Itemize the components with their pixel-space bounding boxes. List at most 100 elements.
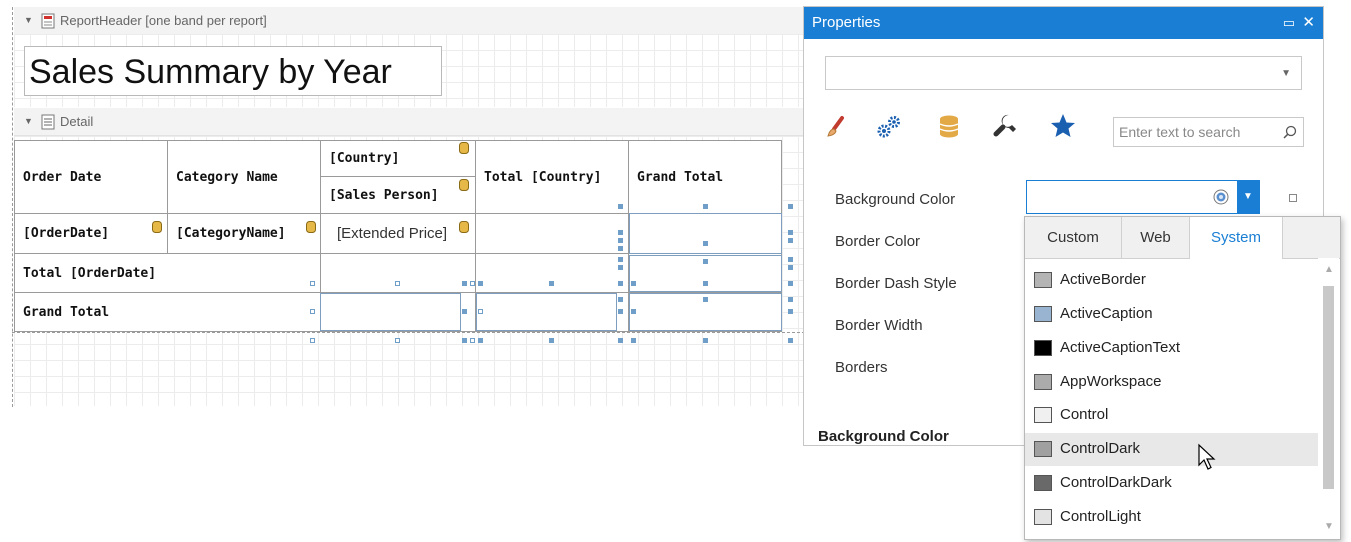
data-field-icon xyxy=(459,179,469,191)
color-item-controllight[interactable]: ControlLight xyxy=(1025,501,1319,534)
resize-handle[interactable] xyxy=(462,338,467,343)
color-item-controldark[interactable]: ControlDark xyxy=(1025,433,1319,466)
report-designer-surface[interactable]: ▼ ReportHeader [one band per report] Sal… xyxy=(0,0,810,542)
resize-handle[interactable] xyxy=(788,257,793,262)
collapse-triangle-icon[interactable]: ▼ xyxy=(24,7,33,34)
resize-handle[interactable] xyxy=(631,309,636,314)
color-item-activeborder[interactable]: ActiveBorder xyxy=(1025,264,1319,297)
background-color-dropdown-button[interactable]: ▼ xyxy=(1237,181,1259,213)
property-description-title: Background Color xyxy=(818,428,949,445)
crosstab-row-total-order-date[interactable]: Total [OrderDate] xyxy=(15,254,319,292)
resize-handle[interactable] xyxy=(395,338,400,343)
design-wrench-icon[interactable] xyxy=(990,111,1020,141)
resize-handle[interactable] xyxy=(470,281,475,286)
resize-handle[interactable] xyxy=(470,338,475,343)
resize-handle[interactable] xyxy=(618,309,623,314)
resize-handle[interactable] xyxy=(618,230,623,235)
resize-handle[interactable] xyxy=(310,338,315,343)
resize-handle[interactable] xyxy=(703,281,708,286)
crosstab-cell-empty[interactable] xyxy=(476,214,628,253)
report-margin-line xyxy=(12,7,13,407)
property-search-input[interactable]: Enter text to search xyxy=(1113,117,1304,147)
color-picker-icon[interactable] xyxy=(1213,189,1229,205)
property-background-color-label[interactable]: Background Color xyxy=(835,191,955,208)
resize-handle[interactable] xyxy=(478,309,483,314)
resize-handle[interactable] xyxy=(549,338,554,343)
crosstab-cell-order-date[interactable]: [OrderDate] xyxy=(15,214,167,253)
resize-handle[interactable] xyxy=(310,281,315,286)
crosstab-header-sales-person[interactable]: [Sales Person] xyxy=(321,177,475,213)
resize-handle[interactable] xyxy=(618,246,623,251)
color-swatch xyxy=(1034,374,1052,390)
maximize-icon[interactable]: ▭ xyxy=(1283,7,1295,39)
detail-band-strip[interactable]: ▼ Detail xyxy=(14,108,810,136)
color-item-controldarkdark[interactable]: ControlDarkDark xyxy=(1025,467,1319,500)
color-list-scrollbar[interactable]: ▲ ▼ xyxy=(1318,258,1339,539)
close-icon[interactable]: ✕ xyxy=(1302,7,1315,39)
resize-handle[interactable] xyxy=(788,297,793,302)
report-header-band-strip[interactable]: ▼ ReportHeader [one band per report] xyxy=(14,7,810,35)
resize-handle[interactable] xyxy=(788,238,793,243)
crosstab-header-country[interactable]: [Country] xyxy=(321,141,475,176)
resize-handle[interactable] xyxy=(788,281,793,286)
property-borders-label[interactable]: Borders xyxy=(835,359,888,376)
color-item-activecaption[interactable]: ActiveCaption xyxy=(1025,298,1319,331)
appearance-brush-icon[interactable] xyxy=(822,111,852,141)
property-border-width-label[interactable]: Border Width xyxy=(835,317,923,334)
resize-handle[interactable] xyxy=(478,338,483,343)
resize-handle[interactable] xyxy=(788,309,793,314)
color-item-appworkspace[interactable]: AppWorkspace xyxy=(1025,366,1319,399)
resize-handle[interactable] xyxy=(618,297,623,302)
data-database-icon[interactable] xyxy=(934,111,964,141)
report-title-label[interactable]: Sales Summary by Year xyxy=(24,46,442,96)
crosstab-header-total-country[interactable]: Total [Country] xyxy=(476,141,628,213)
resize-handle[interactable] xyxy=(310,309,315,314)
resize-handle[interactable] xyxy=(788,204,793,209)
crosstab-cell-category-name[interactable]: [CategoryName] xyxy=(168,214,320,253)
behavior-gears-icon[interactable] xyxy=(874,111,904,141)
resize-handle[interactable] xyxy=(703,204,708,209)
resize-handle[interactable] xyxy=(631,281,636,286)
resize-handle[interactable] xyxy=(478,281,483,286)
property-border-dash-style-label[interactable]: Border Dash Style xyxy=(835,275,957,292)
resize-handle[interactable] xyxy=(788,265,793,270)
resize-handle[interactable] xyxy=(462,281,467,286)
tab-custom[interactable]: Custom xyxy=(1025,217,1122,258)
resize-handle[interactable] xyxy=(631,338,636,343)
resize-handle[interactable] xyxy=(618,238,623,243)
crosstab-header-order-date[interactable]: Order Date xyxy=(15,141,167,213)
crosstab-row-grand-total[interactable]: Grand Total xyxy=(15,293,319,331)
favorites-star-icon[interactable] xyxy=(1048,111,1078,141)
resize-handle[interactable] xyxy=(618,281,623,286)
object-selector-dropdown[interactable]: ▼ xyxy=(825,56,1302,90)
resize-handle[interactable] xyxy=(618,265,623,270)
resize-handle[interactable] xyxy=(703,297,708,302)
tab-web[interactable]: Web xyxy=(1122,217,1190,258)
crosstab-cell-extended-price[interactable]: [Extended Price] xyxy=(321,214,475,253)
resize-handle[interactable] xyxy=(462,309,467,314)
resize-handle[interactable] xyxy=(549,281,554,286)
color-swatch xyxy=(1034,340,1052,356)
resize-handle[interactable] xyxy=(788,230,793,235)
resize-handle[interactable] xyxy=(618,257,623,262)
chevron-down-icon: ▼ xyxy=(1243,191,1253,202)
crosstab-header-category-name[interactable]: Category Name xyxy=(168,141,320,213)
resize-handle[interactable] xyxy=(618,204,623,209)
resize-handle[interactable] xyxy=(395,281,400,286)
scroll-down-icon[interactable]: ▼ xyxy=(1324,521,1334,532)
collapse-triangle-icon[interactable]: ▼ xyxy=(24,108,33,135)
crosstab-header-grand-total[interactable]: Grand Total xyxy=(629,141,781,213)
scrollbar-thumb[interactable] xyxy=(1323,286,1334,489)
resize-handle[interactable] xyxy=(788,338,793,343)
resize-handle[interactable] xyxy=(703,241,708,246)
tab-system[interactable]: System xyxy=(1190,217,1283,259)
scroll-up-icon[interactable]: ▲ xyxy=(1324,264,1334,275)
resize-handle[interactable] xyxy=(703,338,708,343)
property-border-color-label[interactable]: Border Color xyxy=(835,233,920,250)
resize-handle[interactable] xyxy=(618,338,623,343)
background-color-editor[interactable]: ▼ xyxy=(1026,180,1260,214)
color-name: ActiveBorder xyxy=(1060,271,1146,288)
resize-handle[interactable] xyxy=(703,259,708,264)
color-item-control[interactable]: Control xyxy=(1025,399,1319,432)
color-item-activecaptiontext[interactable]: ActiveCaptionText xyxy=(1025,332,1319,365)
